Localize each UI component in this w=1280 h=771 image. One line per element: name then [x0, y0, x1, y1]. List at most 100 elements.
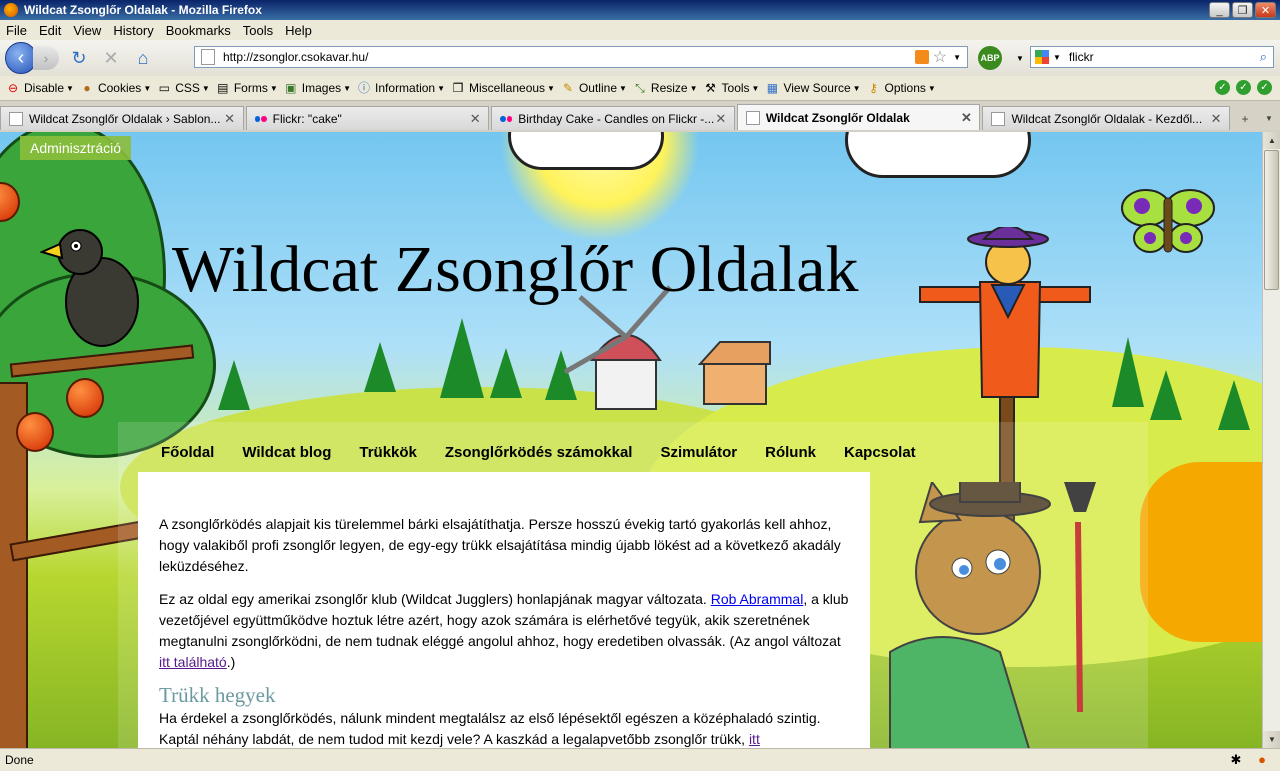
menu-bar: File Edit View History Bookmarks Tools H…	[0, 20, 1280, 40]
misc-icon: ❒	[452, 81, 464, 95]
tab-kezdolap[interactable]: Wildcat Zsonglőr Oldalak - Kezdől... ✕	[982, 106, 1231, 130]
history-dropdown-icon[interactable]: ▼	[953, 53, 961, 62]
pine-tree-illustration	[490, 348, 522, 398]
nav-zsonglorkodes-szamokkal[interactable]: Zsonglőrködés számokkal	[445, 444, 633, 461]
page-icon	[991, 111, 1006, 126]
google-search-engine-icon[interactable]	[1035, 50, 1049, 64]
flickr-icon	[500, 113, 513, 125]
forward-button[interactable]: ›	[33, 46, 59, 70]
devtool-resize[interactable]: ⤡ Resize ▼	[633, 81, 697, 95]
abp-dropdown-icon[interactable]: ▼	[1016, 54, 1024, 63]
intro-paragraph: A zsonglőrködés alapjait kis türelemmel …	[159, 516, 841, 574]
maximize-button[interactable]: ❐	[1232, 2, 1253, 18]
nav-wildcat-blog[interactable]: Wildcat blog	[242, 444, 331, 461]
js-valid-check-icon[interactable]: ✓	[1257, 80, 1272, 95]
haystack-illustration	[1140, 462, 1262, 642]
css-valid-check-icon[interactable]: ✓	[1215, 80, 1230, 95]
tab-sablon[interactable]: Wildcat Zsonglőr Oldalak › Sablon... ✕	[0, 106, 244, 130]
nav-szimulator[interactable]: Szimulátor	[660, 444, 737, 461]
tab-close-icon[interactable]: ✕	[1209, 111, 1223, 127]
devtool-tools[interactable]: ⚒ Tools ▼	[704, 81, 759, 95]
home-icon[interactable]: ⌂	[131, 46, 155, 70]
css-icon: ▭	[158, 81, 170, 95]
tab-wildcat-active[interactable]: Wildcat Zsonglőr Oldalak ✕	[736, 104, 981, 130]
apple-illustration	[16, 412, 54, 452]
window-title: Wildcat Zsonglőr Oldalak - Mozilla Firef…	[24, 3, 262, 17]
nav-rolunk[interactable]: Rólunk	[765, 444, 816, 461]
url-text[interactable]: http://zsonglor.csokavar.hu/	[223, 50, 915, 64]
minimize-button[interactable]: _	[1209, 2, 1230, 18]
pine-tree-illustration	[440, 318, 484, 398]
resize-icon: ⤡	[635, 81, 645, 95]
adblock-plus-button[interactable]: ABP	[978, 46, 1002, 70]
search-bar[interactable]: ▼ flickr ⌕	[1030, 46, 1274, 68]
scrollbar-thumb[interactable]	[1264, 150, 1279, 290]
about-paragraph: Ez az oldal egy amerikai zsonglőr klub (…	[159, 591, 849, 670]
nav-kapcsolat[interactable]: Kapcsolat	[844, 444, 916, 461]
page-viewport: Adminisztráció Wildcat Zsonglőr Oldalak	[0, 132, 1262, 748]
devtool-options[interactable]: ⚷ Options ▼	[867, 81, 936, 95]
web-developer-toolbar: ⊖ Disable ▼ ● Cookies ▼ ▭ CSS ▼ ▤ Forms ▼ ▣ Image…	[0, 76, 1280, 101]
devtool-outline[interactable]: ✎ Outline ▼	[561, 81, 627, 95]
menu-tools[interactable]: Tools	[237, 23, 279, 38]
devtool-css[interactable]: ▭ CSS ▼	[157, 81, 210, 95]
devtool-disable[interactable]: ⊖ Disable ▼	[6, 81, 74, 95]
devtool-cookies[interactable]: ● Cookies ▼	[80, 81, 151, 95]
nav-fooldal[interactable]: Főoldal	[161, 444, 214, 461]
tab-close-icon[interactable]: ✕	[223, 111, 237, 127]
tools-icon: ⚒	[705, 81, 716, 95]
nav-trukkok[interactable]: Trükkök	[359, 444, 417, 461]
firebug-icon[interactable]: ✱	[1228, 752, 1244, 768]
close-window-button[interactable]: ✕	[1255, 2, 1276, 18]
house-illustration	[698, 341, 771, 405]
scroll-down-icon[interactable]: ▼	[1263, 731, 1280, 748]
menu-file[interactable]: File	[0, 23, 33, 38]
bookmark-star-icon[interactable]: ☆	[933, 47, 947, 67]
main-navigation: Főoldal Wildcat blog Trükkök Zsonglőrköd…	[161, 444, 916, 461]
apple-illustration	[66, 378, 104, 418]
tab-flickr-cake[interactable]: Flickr: "cake" ✕	[245, 106, 490, 130]
tab-close-icon[interactable]: ✕	[468, 111, 482, 127]
devtool-miscellaneous[interactable]: ❒ Miscellaneous ▼	[451, 81, 555, 95]
vertical-scrollbar[interactable]: ▲ ▼	[1262, 132, 1280, 748]
tab-close-icon[interactable]: ✕	[714, 111, 728, 127]
menu-help[interactable]: Help	[279, 23, 318, 38]
cloud-illustration	[508, 132, 664, 170]
devtool-view-source[interactable]: ▦ View Source ▼	[765, 81, 861, 95]
view-source-icon: ▦	[766, 81, 779, 95]
scroll-up-icon[interactable]: ▲	[1263, 132, 1280, 149]
search-engine-dropdown-icon[interactable]: ▼	[1053, 53, 1061, 62]
english-version-link[interactable]: itt található	[159, 654, 227, 670]
pine-tree-illustration	[1150, 370, 1182, 420]
menu-history[interactable]: History	[107, 23, 159, 38]
window-title-bar: Wildcat Zsonglőr Oldalak - Mozilla Firef…	[0, 0, 1280, 20]
rob-abram-link[interactable]: Rob Abrammal	[711, 591, 804, 607]
tab-close-icon[interactable]: ✕	[959, 110, 973, 126]
section-heading: Trükk hegyek	[159, 683, 276, 707]
reload-icon[interactable]: ↻	[67, 46, 91, 70]
rss-feed-icon[interactable]	[914, 50, 929, 64]
devtool-images[interactable]: ▣ Images ▼	[284, 81, 351, 95]
outline-icon: ✎	[562, 81, 573, 95]
pine-tree-illustration	[218, 360, 250, 410]
tab-list-icon[interactable]: ▼	[1258, 108, 1280, 130]
cascade-link[interactable]: itt	[749, 731, 760, 747]
new-tab-icon[interactable]: +	[1234, 108, 1256, 130]
firefox-status-icon[interactable]: ●	[1254, 752, 1270, 768]
search-magnifier-icon[interactable]: ⌕	[1260, 49, 1267, 65]
tricks-paragraph: Ha érdekel a zsonglőrködés, nálunk minde…	[159, 710, 821, 747]
devtool-information[interactable]: ⓘ Information ▼	[357, 81, 445, 95]
devtool-forms[interactable]: ▤ Forms ▼	[216, 81, 278, 95]
address-bar[interactable]: http://zsonglor.csokavar.hu/ ☆ ▼	[194, 46, 968, 68]
search-input[interactable]: flickr	[1069, 50, 1260, 64]
tab-birthday-cake[interactable]: Birthday Cake - Candles on Flickr -... ✕	[491, 106, 735, 130]
stop-icon[interactable]: ✕	[99, 46, 123, 70]
admin-link[interactable]: Adminisztráció	[20, 136, 132, 160]
info-icon: ⓘ	[358, 81, 371, 95]
images-icon: ▣	[285, 81, 297, 95]
menu-edit[interactable]: Edit	[33, 23, 67, 38]
html-valid-check-icon[interactable]: ✓	[1236, 80, 1251, 95]
menu-bookmarks[interactable]: Bookmarks	[160, 23, 237, 38]
menu-view[interactable]: View	[67, 23, 107, 38]
validation-status: ✓ ✓ ✓	[1215, 80, 1272, 95]
